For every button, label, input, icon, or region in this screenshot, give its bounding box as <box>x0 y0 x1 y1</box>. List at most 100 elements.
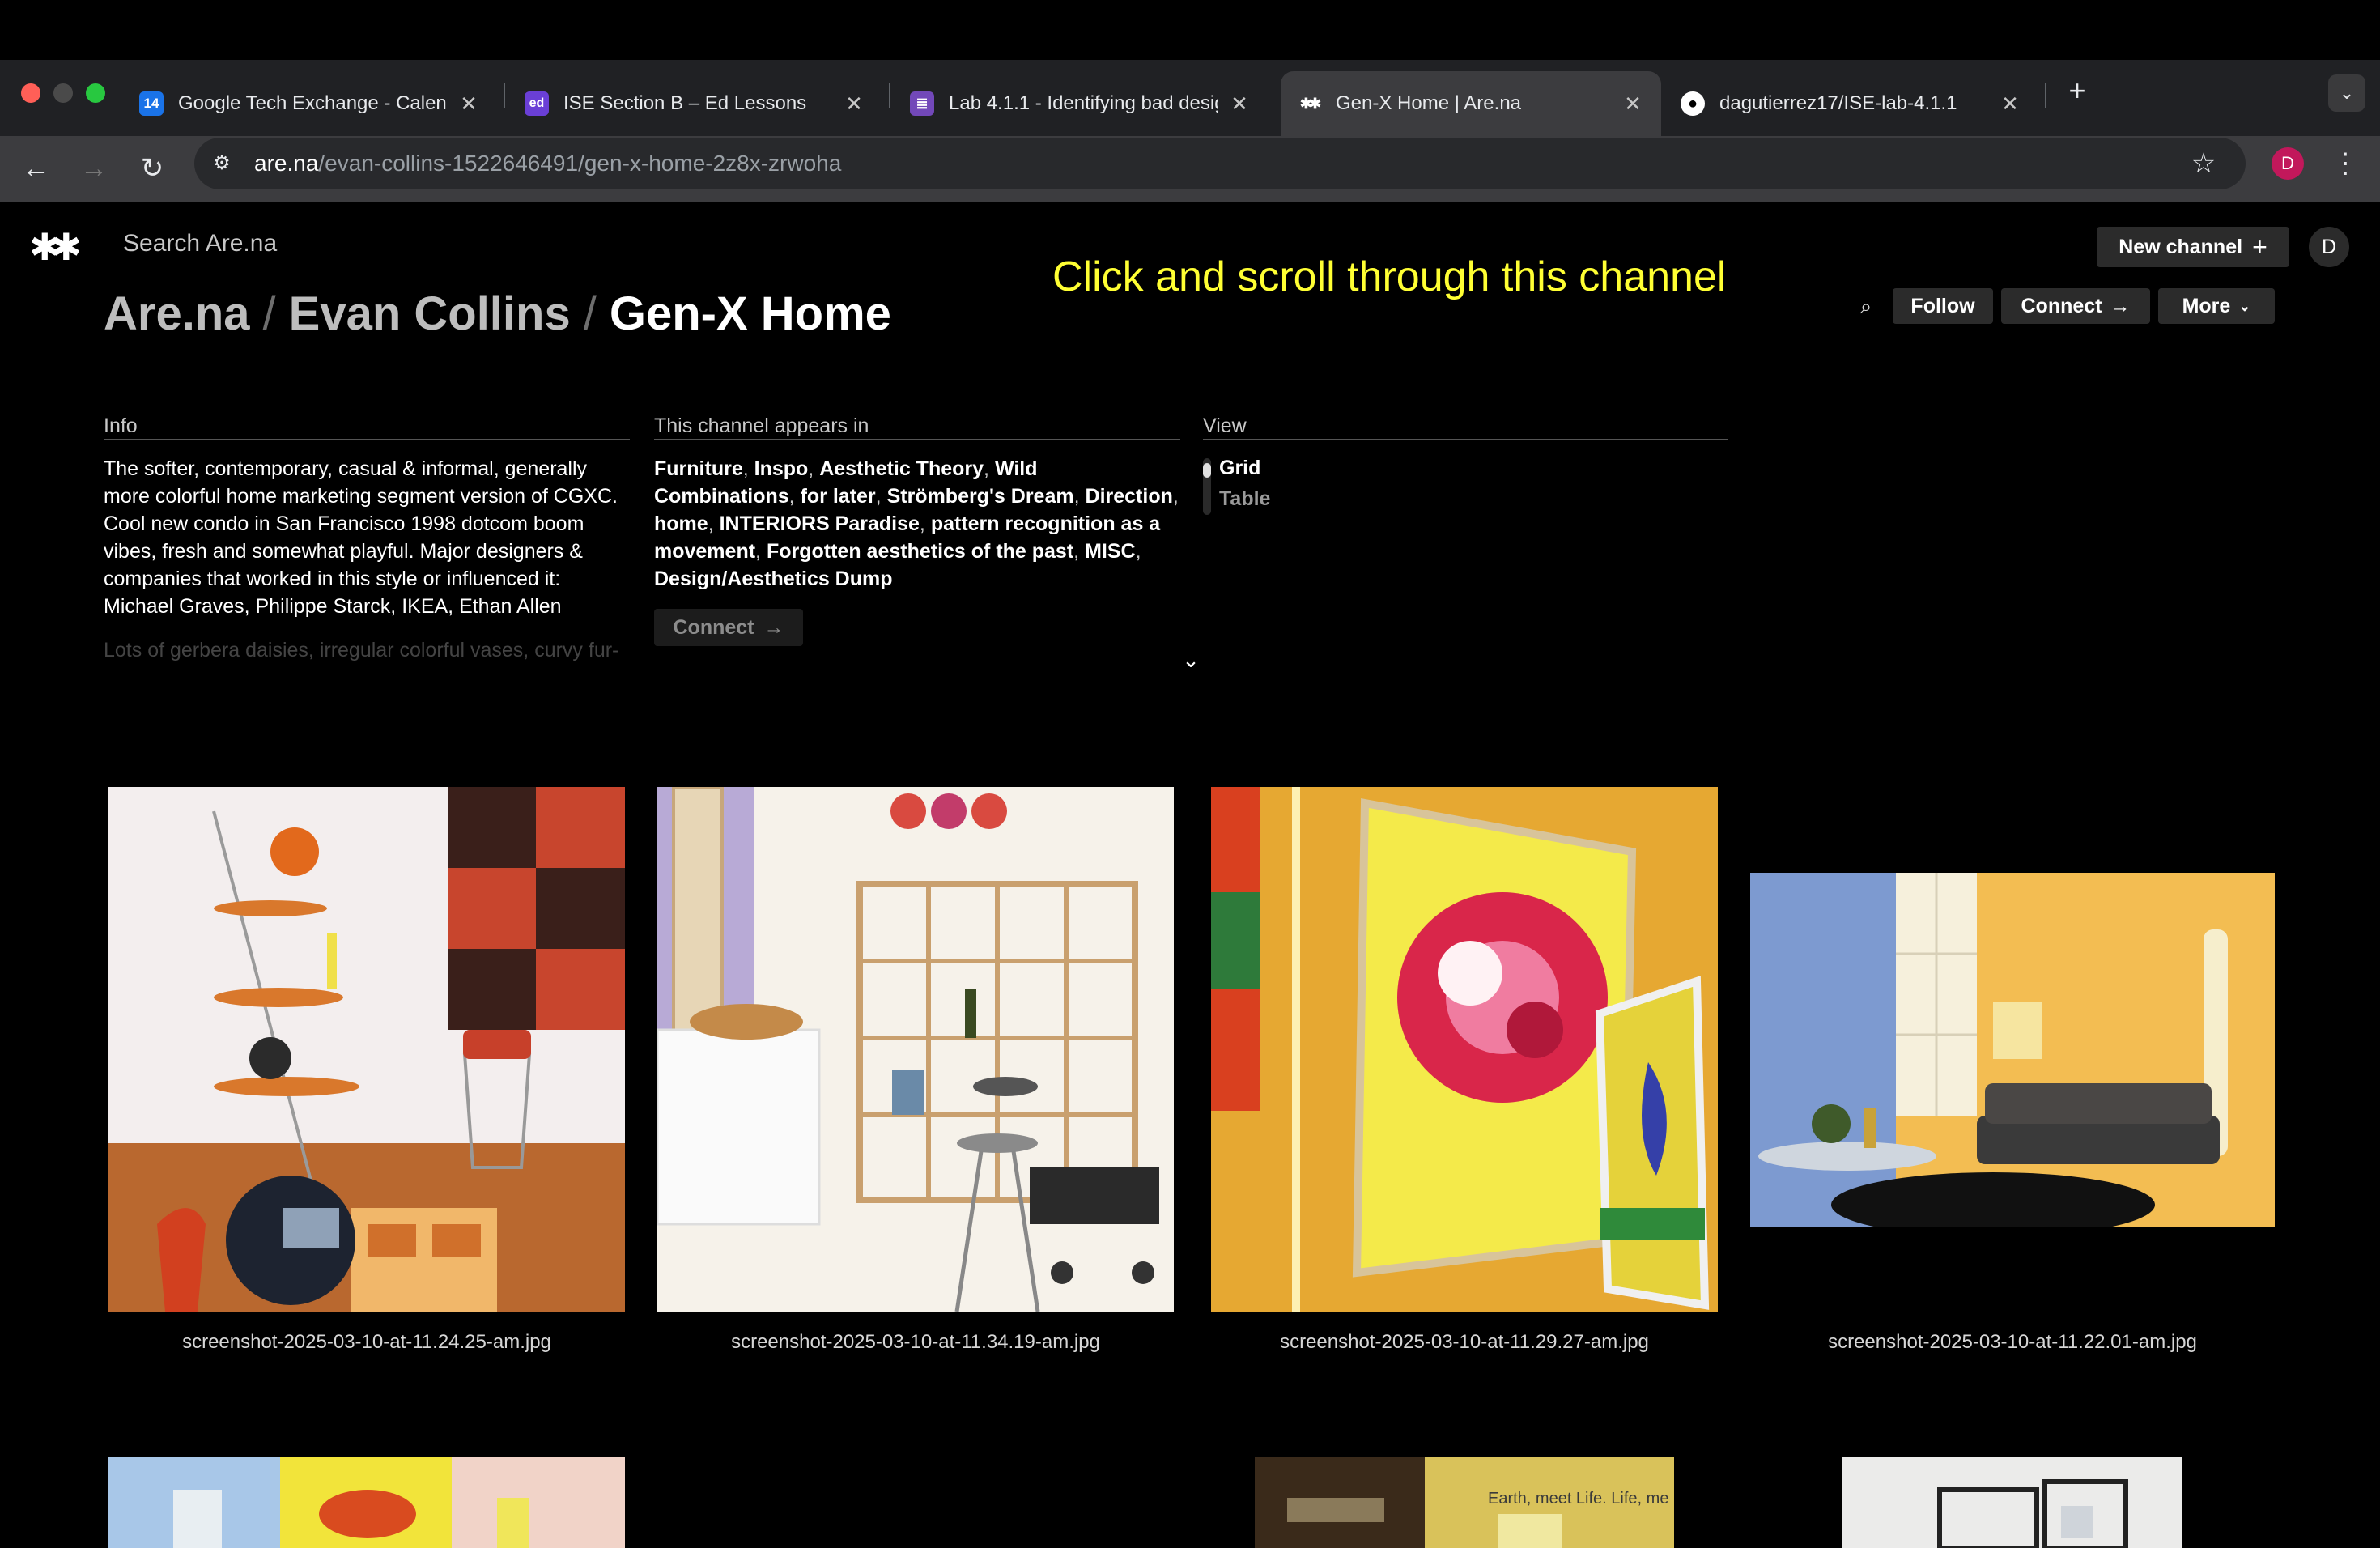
tab-divider <box>889 83 890 108</box>
arena-icon: ✱✱ <box>1299 95 1321 112</box>
appears-in-channel-link[interactable]: home <box>654 512 708 535</box>
minimize-window-button[interactable] <box>53 83 73 103</box>
block-image[interactable] <box>108 787 625 1312</box>
block-image[interactable] <box>1842 1457 2182 1548</box>
view-toggle-indicator <box>1203 463 1211 478</box>
room-photo-2 <box>657 787 1174 1312</box>
reload-icon[interactable]: ↻ <box>130 146 175 191</box>
appears-in-channel-link[interactable]: Furniture <box>654 457 743 480</box>
close-icon[interactable]: ✕ <box>842 91 866 117</box>
browser-menu-icon[interactable]: ⋮ <box>2331 146 2359 181</box>
breadcrumb-separator: / <box>583 287 597 340</box>
divider <box>104 439 630 440</box>
room-photo-1 <box>108 787 625 1312</box>
tab-google-calendar[interactable]: 14 Google Tech Exchange - Calendar ✕ <box>123 71 497 136</box>
appears-in-list: Furniture, Inspo, Aesthetic Theory, Wild… <box>654 457 1179 590</box>
appears-in-channel-link[interactable]: MISC <box>1085 540 1136 563</box>
block-caption[interactable]: screenshot-2025-03-10-at-11.34.19-am.jpg <box>657 1331 1174 1354</box>
maximize-window-button[interactable] <box>86 83 105 103</box>
view-option-grid[interactable]: Grid <box>1219 457 1260 480</box>
tab-github[interactable]: ● dagutierrez17/ISE-lab-4.1.1 ✕ <box>1664 71 2038 136</box>
tab-divider <box>2045 83 2046 108</box>
breadcrumb-site[interactable]: Are.na <box>104 287 250 340</box>
block-image[interactable] <box>657 787 1174 1312</box>
divider <box>1203 439 1728 440</box>
block-image[interactable] <box>1211 787 1718 1312</box>
url-path: /evan-collins-1522646491/gen-x-home-2z8x… <box>318 151 842 176</box>
bookmark-star-icon[interactable]: ☆ <box>2186 146 2221 181</box>
site-settings-icon[interactable]: ⚙ <box>207 149 236 178</box>
calendar-icon: 14 <box>139 91 164 116</box>
page-title[interactable]: Gen-X Home <box>610 287 891 340</box>
info-label: Info <box>104 415 138 437</box>
new-channel-button[interactable]: New channel + <box>2097 227 2289 267</box>
url-text[interactable]: are.na/evan-collins-1522646491/gen-x-hom… <box>254 147 841 180</box>
user-avatar[interactable]: D <box>2309 227 2349 267</box>
appears-in-channel-link[interactable]: Strömberg's Dream <box>887 485 1074 508</box>
tab-title: dagutierrez17/ISE-lab-4.1.1 <box>1719 92 1957 114</box>
block-image[interactable] <box>108 1457 625 1548</box>
browser-profile-avatar[interactable]: D <box>2272 147 2304 180</box>
new-channel-label: New channel <box>2119 235 2243 258</box>
block-caption[interactable]: screenshot-2025-03-10-at-11.29.27-am.jpg <box>1211 1331 1718 1354</box>
github-icon: ● <box>1681 91 1705 116</box>
living-room-photo <box>1750 873 2275 1227</box>
divider <box>654 439 1180 440</box>
expand-chevron-icon[interactable]: ⌄ <box>1179 648 1203 672</box>
follow-button[interactable]: Follow <box>1893 288 1993 324</box>
tab-gen-x-home[interactable]: ✱✱ Gen-X Home | Are.na ✕ <box>1281 71 1661 136</box>
channel-description-more: Lots of gerbera daisies, irregular color… <box>104 639 619 661</box>
block-caption[interactable]: screenshot-2025-03-10-at-11.24.25-am.jpg <box>108 1331 625 1354</box>
appears-in-label: This channel appears in <box>654 415 869 437</box>
close-icon[interactable]: ✕ <box>1227 91 1252 117</box>
forms-icon: ≣ <box>910 91 934 116</box>
appears-in-channel-link[interactable]: Aesthetic Theory <box>819 457 984 480</box>
tab-title: Google Tech Exchange - Calendar <box>178 92 447 114</box>
close-icon[interactable]: ✕ <box>457 91 481 117</box>
connect-label: Connect <box>2021 294 2102 317</box>
appears-in-channel-link[interactable]: for later <box>801 485 876 508</box>
connect-label: Connect <box>673 615 754 639</box>
appears-in-channel-link[interactable]: INTERIORS Paradise <box>720 512 920 535</box>
block-image[interactable] <box>1750 873 2275 1227</box>
annotation-overlay: Click and scroll through this channel <box>1052 253 1727 300</box>
breadcrumb-separator: / <box>262 287 276 340</box>
connect-channel-button[interactable]: Connect → <box>654 609 803 646</box>
appears-in-channel-link[interactable]: Direction <box>1086 485 1173 508</box>
plus-icon: + <box>2252 232 2267 262</box>
tab-lab-411[interactable]: ≣ Lab 4.1.1 - Identifying bad design ✕ <box>894 71 1268 136</box>
back-arrow-icon[interactable]: ← <box>13 146 58 191</box>
color-blocks-photo <box>108 1457 625 1548</box>
block-caption[interactable]: screenshot-2025-03-10-at-11.22.01-am.jpg <box>1750 1331 2275 1354</box>
close-window-button[interactable] <box>21 83 40 103</box>
view-option-table[interactable]: Table <box>1219 487 1270 511</box>
tab-ed-lessons[interactable]: ed ISE Section B – Ed Lessons ✕ <box>508 71 882 136</box>
url-host: are.na <box>254 151 319 176</box>
search-icon[interactable]: ⌕ <box>1854 291 1878 321</box>
close-icon[interactable]: ✕ <box>1998 91 2022 117</box>
new-tab-button[interactable]: + <box>2061 74 2093 107</box>
breadcrumb-user[interactable]: Evan Collins <box>289 287 571 340</box>
forward-arrow-icon[interactable]: → <box>71 146 117 191</box>
chevron-down-icon: ⌄ <box>2238 297 2251 314</box>
window-top-strip <box>0 0 2380 60</box>
arena-logo-icon[interactable]: ✱✱ <box>29 228 82 266</box>
tab-search-chevron-icon[interactable]: ⌄ <box>2328 74 2365 112</box>
frames-photo <box>1842 1457 2182 1548</box>
close-icon[interactable]: ✕ <box>1621 91 1645 117</box>
channel-description: The softer, contemporary, casual & infor… <box>104 457 618 618</box>
follow-label: Follow <box>1910 294 1975 317</box>
tab-title: ISE Section B – Ed Lessons <box>563 92 807 114</box>
appears-in-channel-link[interactable]: Forgotten aesthetics of the past <box>767 540 1073 563</box>
connect-button[interactable]: Connect → <box>2001 288 2150 324</box>
breadcrumb: Are.na / Evan Collins / Gen-X Home <box>104 287 891 342</box>
view-label: View <box>1203 415 1247 437</box>
appears-in-channel-link[interactable]: Inspo <box>754 457 809 480</box>
search-input[interactable]: Search Are.na <box>123 230 277 257</box>
arrow-right-icon: → <box>2110 294 2131 317</box>
tab-divider <box>504 83 505 108</box>
tab-title: Lab 4.1.1 - Identifying bad design <box>949 92 1218 114</box>
block-image[interactable]: Earth, meet Life. Life, me <box>1255 1457 1674 1548</box>
appears-in-channel-link[interactable]: Design/Aesthetics Dump <box>654 568 893 590</box>
more-button[interactable]: More ⌄ <box>2158 288 2275 324</box>
